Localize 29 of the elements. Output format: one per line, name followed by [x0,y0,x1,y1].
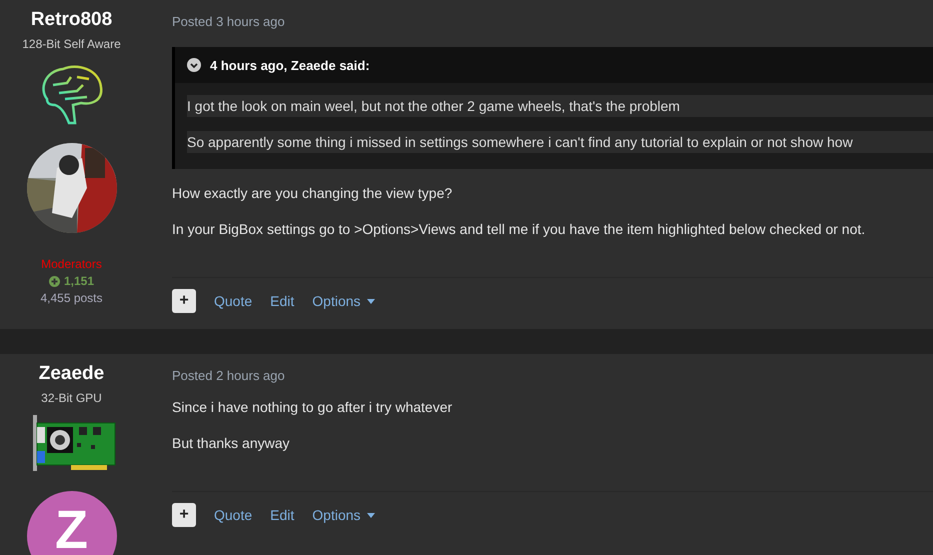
quoted-text: So apparently some thing i missed in settings somewhere i can't find any tutorial to explain or not show how [187,131,933,153]
post-count: 4,455 posts [40,291,103,305]
edit-link[interactable]: Edit [270,293,294,309]
multiquote-button[interactable]: + [172,503,196,527]
post-text: But thanks anyway [172,435,291,451]
quote-link[interactable]: Quote [214,293,252,309]
options-menu[interactable]: Options [312,507,375,523]
plus-circle-icon [48,276,60,286]
caret-icon [366,512,375,518]
rank-title: 128-Bit Self Aware [22,37,121,51]
post-text: In your BigBox settings go to >Options>Views and tell me if you have the item highlighted below checked or not. [172,221,866,237]
post-date: Posted 2 hours ago [172,368,286,383]
quoted-text: I got the look on main weel, but not the other 2 game wheels, that's the problem [187,95,933,117]
author-name[interactable]: Retro808 [30,9,112,31]
author-name[interactable]: Zeaede [38,363,104,385]
edit-link[interactable]: Edit [270,507,294,523]
post-text: Since i have nothing to go after i try whatever [172,399,454,415]
multiquote-button[interactable]: + [172,289,196,313]
chevron-down-icon[interactable] [187,58,201,72]
user-group: Moderators [41,257,102,271]
caret-icon [366,298,375,304]
post-text: How exactly are you changing the view type? [172,185,454,201]
avatar-letter: Z [55,503,88,555]
post-date: Posted 3 hours ago [172,14,286,29]
options-menu[interactable]: Options [312,293,375,309]
reputation-count: 1,151 [64,274,94,288]
quote-attribution: 4 hours ago, Zeaede said: [210,58,370,72]
quote-link[interactable]: Quote [214,507,252,523]
rank-title: 32-Bit GPU [41,391,102,405]
